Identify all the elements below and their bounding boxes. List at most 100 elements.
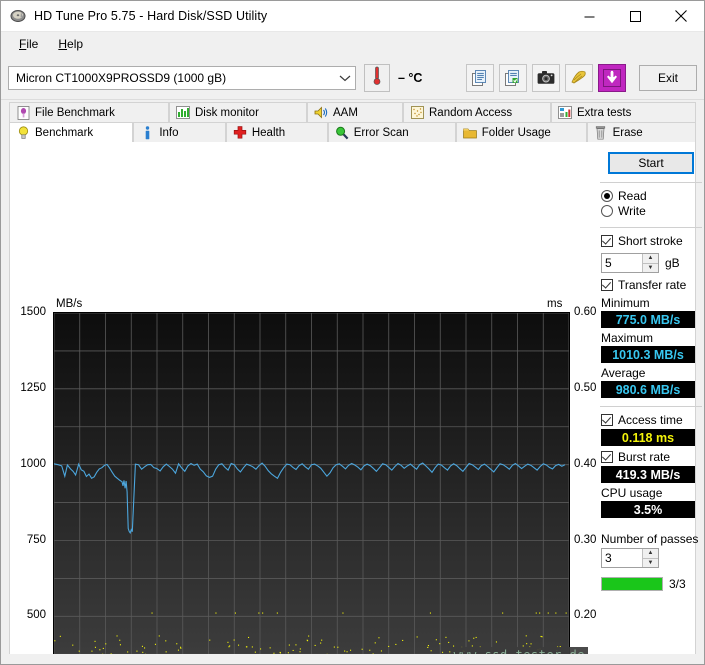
close-button[interactable] (658, 1, 704, 31)
exit-button[interactable]: Exit (639, 65, 697, 91)
cpu-usage-value: 3.5% (601, 501, 695, 518)
chevron-down-icon (339, 71, 351, 85)
progress-bar (601, 577, 663, 591)
tab-benchmark[interactable]: Benchmark (9, 122, 133, 142)
tab-error-scan-label: Error Scan (354, 127, 409, 139)
short-stroke-stepper[interactable]: 5 ▲ ▼ (601, 253, 659, 273)
menu-help[interactable]: Help (48, 35, 93, 53)
ytick-left-3: 750 (10, 534, 46, 546)
extra-tests-icon (558, 106, 572, 120)
access-time-check-icon (601, 414, 613, 426)
ytick-right-4: 0.20 (574, 609, 596, 621)
passes-down-icon[interactable]: ▼ (643, 559, 658, 568)
passes-value[interactable]: 3 (602, 549, 642, 567)
radio-read-label: Read (618, 189, 647, 203)
tab-file-benchmark[interactable]: File Benchmark (9, 102, 169, 122)
status-bar (1, 654, 704, 664)
burst-rate-value: 419.3 MB/s (601, 466, 695, 483)
folder-usage-icon (463, 126, 477, 140)
screenshot-camera-icon[interactable] (532, 64, 560, 92)
maximum-label: Maximum (596, 331, 705, 345)
benchmark-bulb-icon (16, 126, 30, 140)
random-access-icon (410, 106, 424, 120)
save-report-icon[interactable] (499, 64, 527, 92)
menu-file[interactable]: File (9, 35, 48, 53)
radio-read[interactable]: Read (596, 189, 705, 204)
cpu-usage-label: CPU usage (596, 486, 705, 500)
passes-up-icon[interactable]: ▲ (643, 549, 658, 559)
tab-disk-monitor-label: Disk monitor (195, 107, 259, 119)
brush-icon[interactable] (565, 64, 593, 92)
tab-erase-label: Erase (613, 127, 643, 139)
short-stroke-up-icon[interactable]: ▲ (643, 254, 658, 264)
burst-rate-check-icon (601, 451, 613, 463)
tab-extra-tests[interactable]: Extra tests (551, 102, 696, 122)
radio-write[interactable]: Write (596, 204, 705, 219)
ytick-right-2: 0.40 (574, 458, 596, 470)
tab-error-scan[interactable]: Error Scan (328, 122, 456, 142)
tab-erase[interactable]: Erase (587, 122, 696, 142)
ytick-left-2: 1000 (10, 458, 46, 470)
tab-aam[interactable]: AAM (307, 102, 403, 122)
ytick-right-1: 0.50 (574, 382, 596, 394)
window-controls (566, 1, 704, 31)
tab-disk-monitor[interactable]: Disk monitor (169, 102, 307, 122)
short-stroke-check-icon (601, 235, 613, 247)
hdtune-window: HD Tune Pro 5.75 - Hard Disk/SSD Utility… (0, 0, 705, 665)
menu-help-rest: elp (67, 37, 83, 51)
tab-file-benchmark-label: File Benchmark (35, 107, 115, 119)
checkbox-access-time[interactable]: Access time (596, 413, 705, 428)
minimize-button[interactable] (566, 1, 612, 31)
health-cross-icon (233, 126, 247, 140)
passes-row: 3 ▲ ▼ (596, 548, 705, 568)
ytick-left-1: 1250 (10, 382, 46, 394)
divider-3 (600, 406, 702, 407)
tab-row-1: File Benchmark Disk monitor AAM Random A… (9, 102, 696, 122)
ytick-left-0: 1500 (10, 306, 46, 318)
drive-select-value: Micron CT1000X9PROSSD9 (1000 gB) (16, 71, 226, 85)
transfer-rate-check-icon (601, 279, 613, 291)
toolbar: Micron CT1000X9PROSSD9 (1000 gB) – °C (1, 56, 704, 100)
menu-bar: File Help (1, 32, 704, 56)
ytick-right-3: 0.30 (574, 534, 596, 546)
progress-bar-fill (602, 578, 662, 590)
controls-panel: Start Read Write Short stroke 5 ▲ (596, 142, 705, 591)
info-icon (140, 126, 154, 140)
short-stroke-row: 5 ▲ ▼ gB (596, 253, 705, 273)
start-button[interactable]: Start (608, 152, 694, 174)
short-stroke-unit: gB (665, 256, 680, 270)
checkbox-short-stroke[interactable]: Short stroke (596, 234, 705, 249)
tab-health[interactable]: Health (226, 122, 328, 142)
ytick-left-4: 500 (10, 609, 46, 621)
harddisk-icon (10, 8, 26, 24)
exit-button-label: Exit (658, 71, 678, 85)
drive-select[interactable]: Micron CT1000X9PROSSD9 (1000 gB) (8, 66, 356, 90)
checkbox-burst-rate[interactable]: Burst rate (596, 450, 705, 465)
radio-write-icon (601, 205, 613, 217)
tab-bar: File Benchmark Disk monitor AAM Random A… (1, 100, 704, 142)
tab-folder-usage[interactable]: Folder Usage (456, 122, 587, 142)
passes-stepper[interactable]: 3 ▲ ▼ (601, 548, 659, 568)
disk-monitor-icon (176, 106, 190, 120)
erase-trash-icon (594, 126, 608, 140)
copy-report-icon[interactable] (466, 64, 494, 92)
chart-canvas (54, 313, 569, 665)
download-arrow-icon[interactable] (598, 64, 626, 92)
menu-file-rest: ile (26, 37, 38, 51)
short-stroke-value[interactable]: 5 (602, 254, 642, 272)
radio-write-label: Write (618, 204, 646, 218)
start-button-label: Start (638, 156, 663, 170)
toolbar-buttons: Exit (466, 64, 697, 92)
thermometer-icon (372, 66, 382, 89)
benchmark-chart: MB/s ms 150012501000750500250 0.600.500.… (10, 142, 590, 662)
tab-random-access[interactable]: Random Access (403, 102, 551, 122)
short-stroke-down-icon[interactable]: ▼ (643, 264, 658, 273)
tab-info[interactable]: Info (133, 122, 226, 142)
tab-random-access-label: Random Access (429, 107, 512, 119)
passes-arrows[interactable]: ▲ ▼ (642, 549, 658, 567)
maximize-button[interactable] (612, 1, 658, 31)
short-stroke-arrows[interactable]: ▲ ▼ (642, 254, 658, 272)
radio-read-icon (601, 190, 613, 202)
checkbox-transfer-rate[interactable]: Transfer rate (596, 278, 705, 293)
transfer-rate-label: Transfer rate (618, 278, 686, 292)
